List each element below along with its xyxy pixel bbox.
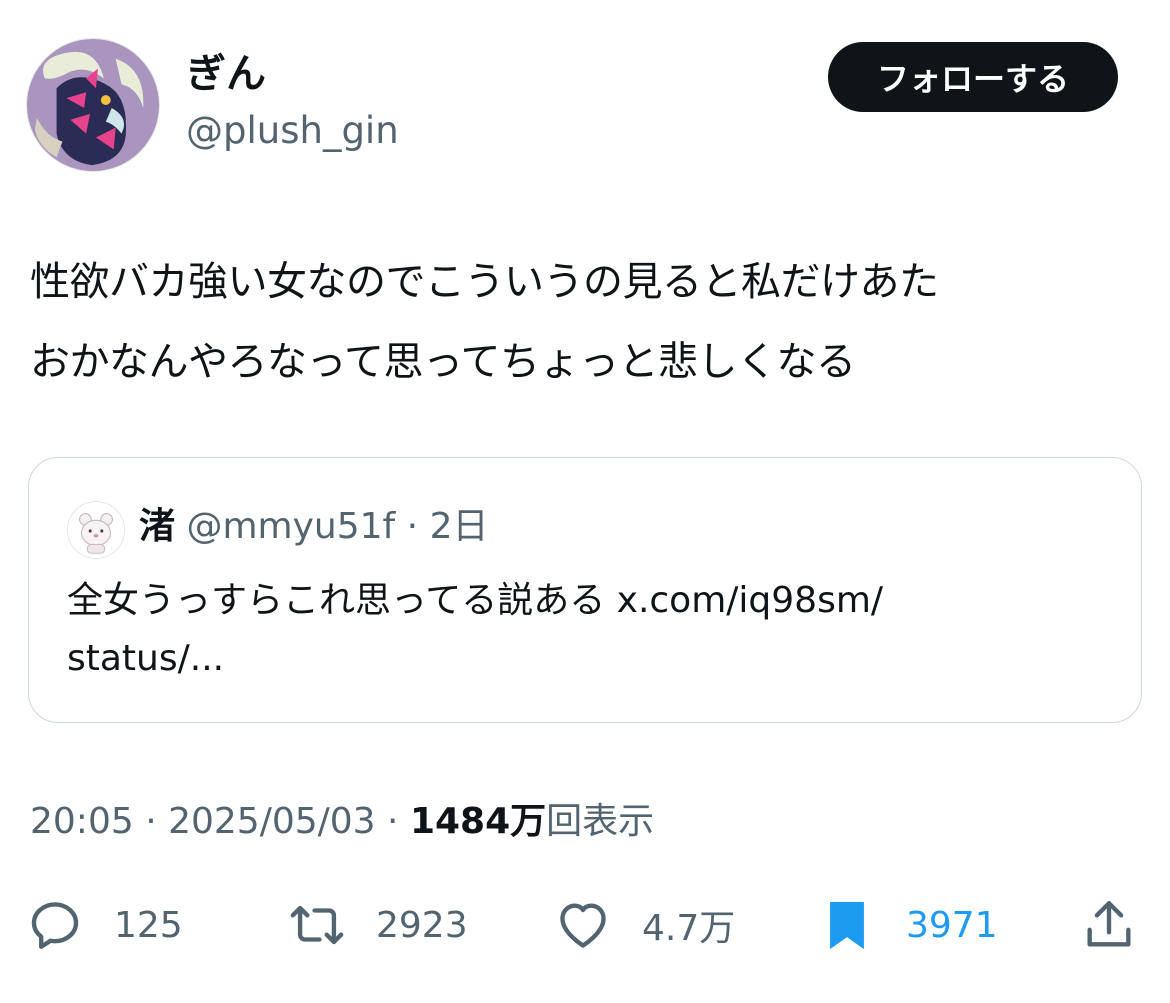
share-button[interactable] — [1080, 890, 1138, 960]
bear-avatar-icon — [68, 502, 124, 558]
tweet-meta: 20:05 · 2025/05/03 · 1484万回表示 — [30, 798, 654, 846]
action-bar: 125 2923 4.7万 3971 — [0, 890, 1170, 960]
quoted-author-avatar — [67, 501, 125, 559]
quoted-tweet-text: 全女うっすらこれ思ってる説ある x.com/iq98sm/ status/... — [67, 572, 1067, 688]
tweet-text-line: おかなんやろなって思ってちょっと悲しくなる — [30, 339, 856, 385]
quoted-author-handle: @mmyu51f — [186, 506, 396, 547]
tweet-text-line: 性欲バカ強い女なのでこういうの見ると私だけあた — [30, 259, 939, 305]
tweet-time[interactable]: 20:05 — [30, 801, 134, 842]
reply-button[interactable]: 125 — [26, 890, 183, 960]
tweet-page: ぎん @plush_gin フォローする 性欲バカ強い女なのでこういうの見ると私… — [0, 0, 1170, 1003]
retweet-button[interactable]: 2923 — [288, 890, 468, 960]
separator-dot: · — [406, 506, 419, 547]
heart-icon — [560, 903, 606, 948]
bookmark-button[interactable]: 3971 — [818, 890, 998, 960]
share-icon — [1087, 901, 1131, 947]
like-count: 4.7万 — [642, 908, 736, 949]
quoted-tweet-line: 全女うっすらこれ思ってる説ある x.com/iq98sm/ — [67, 580, 884, 621]
quoted-tweet-time: 2日 — [429, 506, 489, 547]
author-handle[interactable]: @plush_gin — [186, 108, 399, 154]
reply-count: 125 — [114, 904, 183, 946]
reply-icon — [31, 902, 79, 949]
quoted-tweet-header: 渚 @mmyu51f · 2日 — [139, 504, 488, 550]
like-button[interactable]: 4.7万 — [554, 890, 735, 960]
tweet-text: 性欲バカ強い女なのでこういうの見ると私だけあた おかなんやろなって思ってちょっと… — [30, 242, 1140, 402]
quoted-tweet-line: status/... — [67, 638, 225, 679]
views-label: 回表示 — [546, 801, 655, 842]
bookmark-icon — [830, 902, 864, 950]
quoted-tweet-card[interactable]: 渚 @mmyu51f · 2日 全女うっすらこれ思ってる説ある x.com/iq… — [28, 457, 1142, 723]
separator-dot: · — [375, 801, 410, 842]
separator-dot: · — [133, 801, 169, 842]
bookmark-count: 3971 — [906, 904, 998, 946]
tweet-date[interactable]: 2025/05/03 — [168, 801, 376, 842]
views-count: 1484万 — [409, 801, 547, 842]
retweet-icon — [290, 905, 344, 945]
retweet-count: 2923 — [376, 904, 468, 946]
quoted-author-name: 渚 — [139, 506, 176, 547]
follow-button[interactable]: フォローする — [828, 42, 1118, 112]
author-name[interactable]: ぎん — [186, 50, 266, 98]
author-avatar[interactable] — [26, 38, 160, 172]
character-avatar-icon — [27, 39, 159, 171]
